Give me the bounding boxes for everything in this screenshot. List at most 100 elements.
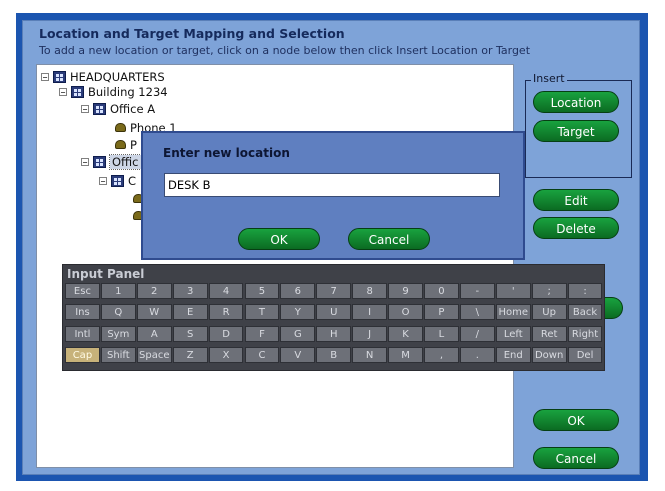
key[interactable]: X <box>208 346 244 363</box>
key[interactable]: / <box>459 325 495 342</box>
tree-node-label: C <box>128 173 137 188</box>
phone-icon <box>115 123 126 132</box>
input-panel: Input Panel Esc 1 2 3 4 5 6 7 8 9 0- ';: Ins Q W E R T Y U I… <box>62 264 605 371</box>
collapse-icon[interactable]: − <box>99 176 107 185</box>
phone-icon <box>115 140 126 149</box>
tree-node-building[interactable]: − Building 1234 <box>59 84 168 99</box>
key[interactable]: End <box>495 346 531 363</box>
key[interactable]: Intl <box>65 325 100 342</box>
key[interactable]: S <box>172 325 208 342</box>
key[interactable]: \ <box>459 304 495 321</box>
key[interactable]: O <box>388 304 423 321</box>
key[interactable]: Space <box>136 346 172 363</box>
key[interactable]: T <box>244 304 280 321</box>
ok-button[interactable]: OK <box>533 409 619 431</box>
insert-group-label: Insert <box>531 72 567 85</box>
insert-target-button[interactable]: Target <box>533 120 619 142</box>
key[interactable]: Left <box>495 325 531 342</box>
tree-node-label: Building 1234 <box>88 84 168 99</box>
key[interactable]: Ins <box>65 304 100 321</box>
tree-node-label: Office A <box>110 101 156 116</box>
tree-node-phone-2[interactable]: P <box>115 137 137 152</box>
collapse-icon[interactable]: − <box>59 87 67 96</box>
key[interactable]: G <box>280 325 316 342</box>
key[interactable]: R <box>208 304 244 321</box>
key[interactable]: E <box>172 304 208 321</box>
dialog-title: Enter new location <box>163 146 290 160</box>
location-name-input[interactable] <box>164 173 500 197</box>
key[interactable]: 7 <box>316 283 352 299</box>
key[interactable]: Cap <box>65 346 100 363</box>
office-icon <box>93 102 106 115</box>
tree-node-office-a[interactable]: − Office A <box>81 101 155 116</box>
key[interactable]: Shift <box>100 346 136 363</box>
key[interactable]: 2 <box>136 283 172 299</box>
key[interactable]: Y <box>280 304 316 321</box>
key[interactable]: Back <box>567 304 603 321</box>
key[interactable]: I <box>352 304 388 321</box>
office-icon <box>111 174 124 187</box>
key[interactable]: Down <box>531 346 567 363</box>
tree-node-label: Offic <box>109 153 142 170</box>
key[interactable]: 5 <box>244 283 280 299</box>
page-title: Location and Target Mapping and Selectio… <box>39 26 345 41</box>
key[interactable]: 8 <box>352 283 388 299</box>
key[interactable]: ' <box>495 283 531 299</box>
key[interactable]: W <box>136 304 172 321</box>
key[interactable]: 3 <box>172 283 208 299</box>
key[interactable]: F <box>244 325 280 342</box>
key[interactable]: Q <box>100 304 136 321</box>
key[interactable]: U <box>316 304 352 321</box>
key[interactable]: J <box>352 325 388 342</box>
tree-node-child[interactable]: − C <box>99 173 136 188</box>
delete-button[interactable]: Delete <box>533 217 619 239</box>
key[interactable]: 1 <box>100 283 136 299</box>
key[interactable]: Sym <box>100 325 136 342</box>
key[interactable]: P <box>424 304 459 321</box>
tree-node-headquarters[interactable]: − HEADQUARTERS <box>41 69 165 84</box>
tree-node-office-b[interactable]: − Offic <box>81 153 142 170</box>
key[interactable]: B <box>316 346 352 363</box>
key[interactable]: Del <box>567 346 603 363</box>
key[interactable]: V <box>280 346 316 363</box>
key[interactable]: A <box>136 325 172 342</box>
key[interactable]: 4 <box>208 283 244 299</box>
key[interactable]: Esc <box>65 283 100 299</box>
key[interactable]: - <box>459 283 495 299</box>
key[interactable]: ; <box>531 283 567 299</box>
edit-button[interactable]: Edit <box>533 189 619 211</box>
input-panel-title: Input Panel <box>67 267 145 281</box>
key[interactable]: 0 <box>424 283 459 299</box>
key[interactable]: M <box>388 346 423 363</box>
dialog-ok-button[interactable]: OK <box>238 228 320 250</box>
key[interactable]: Ret <box>531 325 567 342</box>
tree-node-label: P <box>130 137 137 152</box>
collapse-icon[interactable]: − <box>81 104 89 113</box>
collapse-icon[interactable]: − <box>41 72 49 81</box>
key[interactable]: Right <box>567 325 603 342</box>
key[interactable]: 9 <box>388 283 423 299</box>
building-icon <box>71 85 84 98</box>
new-location-dialog: Enter new location OK Cancel <box>141 131 525 260</box>
key[interactable]: H <box>316 325 352 342</box>
cancel-button[interactable]: Cancel <box>533 447 619 469</box>
key[interactable]: C <box>244 346 280 363</box>
tree-node-label: HEADQUARTERS <box>70 69 165 84</box>
key[interactable]: : <box>567 283 603 299</box>
key[interactable]: Home <box>495 304 531 321</box>
insert-location-button[interactable]: Location <box>533 91 619 113</box>
building-icon <box>53 70 66 83</box>
office-icon <box>93 155 106 168</box>
key[interactable]: . <box>459 346 495 363</box>
key[interactable]: Z <box>172 346 208 363</box>
page-subtitle: To add a new location or target, click o… <box>39 44 531 57</box>
key[interactable]: , <box>424 346 459 363</box>
key[interactable]: K <box>388 325 423 342</box>
key[interactable]: 6 <box>280 283 316 299</box>
dialog-cancel-button[interactable]: Cancel <box>348 228 430 250</box>
key[interactable]: Up <box>531 304 567 321</box>
key[interactable]: D <box>208 325 244 342</box>
collapse-icon[interactable]: − <box>81 157 89 166</box>
key[interactable]: L <box>424 325 459 342</box>
key[interactable]: N <box>352 346 388 363</box>
